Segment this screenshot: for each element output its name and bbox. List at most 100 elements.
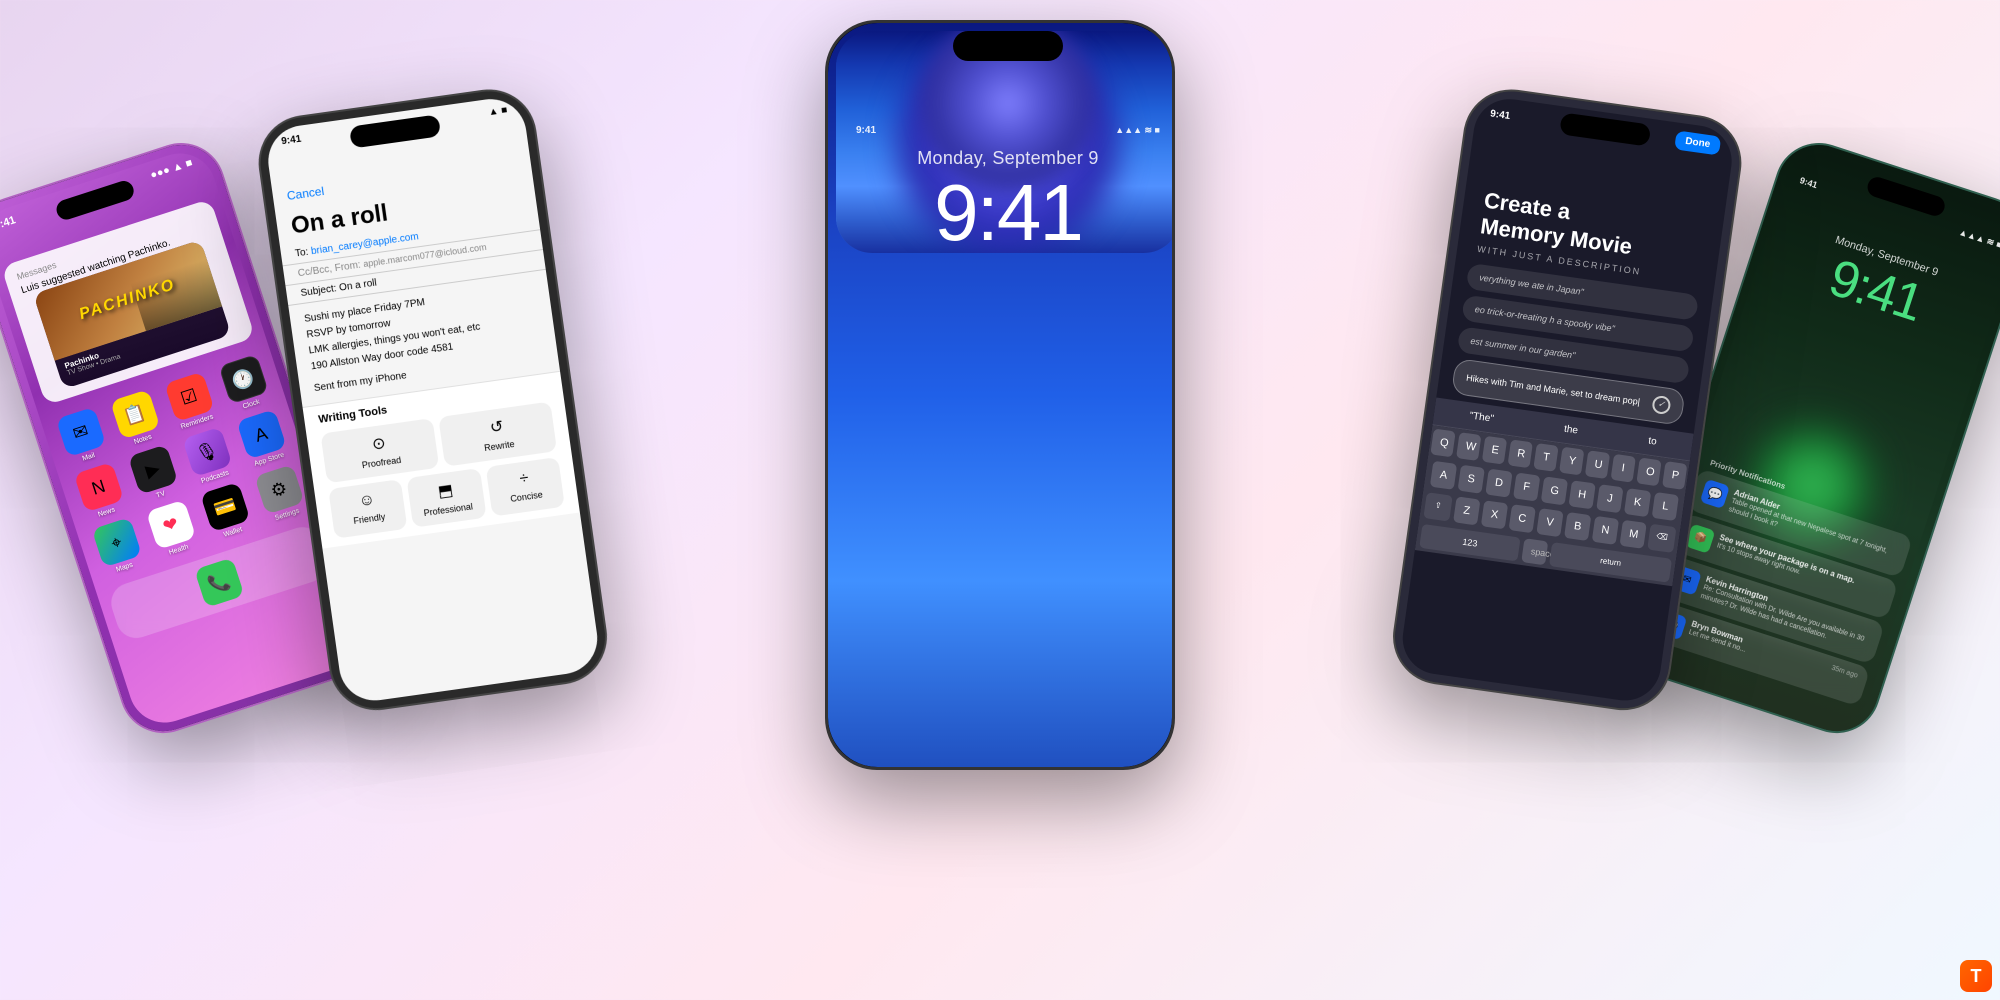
key-t[interactable]: T bbox=[1533, 443, 1558, 472]
app-mail[interactable]: ✉ Mail bbox=[51, 406, 113, 469]
watermark-text: T bbox=[1971, 966, 1982, 987]
tv-icon: ▶ bbox=[127, 444, 177, 494]
app-tv-label: TV bbox=[156, 490, 167, 499]
key-i[interactable]: I bbox=[1611, 454, 1636, 483]
phone-4-time: 9:41 bbox=[1490, 108, 1511, 122]
phone-3-dynamic-island bbox=[953, 31, 1063, 61]
clock-icon: 🕐 bbox=[218, 354, 268, 404]
concise-button[interactable]: ÷ Concise bbox=[485, 457, 565, 517]
key-x[interactable]: X bbox=[1481, 500, 1508, 529]
professional-label: Professional bbox=[423, 501, 473, 518]
key-d[interactable]: D bbox=[1485, 468, 1512, 497]
key-m[interactable]: M bbox=[1619, 520, 1646, 549]
mail-icon: ✉ bbox=[55, 407, 105, 457]
key-n[interactable]: N bbox=[1592, 516, 1619, 545]
autocomplete-word-3[interactable]: to bbox=[1637, 430, 1668, 453]
cancel-button[interactable]: Cancel bbox=[286, 184, 325, 203]
rewrite-button[interactable]: ↺ Rewrite bbox=[438, 401, 557, 466]
phone-1-time: 9:41 bbox=[0, 214, 17, 232]
phone-3: 9:41 ▲▲▲ ≋ ■ Monday, September 9 9:41 bbox=[825, 20, 1175, 770]
phone-2-status-icons: ▲ ■ bbox=[488, 105, 508, 118]
key-h[interactable]: H bbox=[1568, 480, 1595, 509]
wallet-icon: 💳 bbox=[200, 482, 250, 532]
friendly-button[interactable]: ☺ Friendly bbox=[328, 479, 408, 539]
key-backspace[interactable]: ⌫ bbox=[1647, 523, 1676, 552]
watermark: T bbox=[1960, 960, 1992, 992]
phone-3-status-bar: 9:41 ▲▲▲ ≋ ■ bbox=[836, 81, 1175, 140]
prompt-1-text: verything we ate in Japan" bbox=[1479, 272, 1585, 297]
key-s[interactable]: S bbox=[1458, 464, 1485, 493]
dock-phone[interactable]: 📞 bbox=[194, 557, 244, 607]
phone-3-time-status: 9:41 bbox=[856, 125, 876, 136]
notes-icon: 📋 bbox=[110, 389, 160, 439]
phone-3-screen: 9:41 ▲▲▲ ≋ ■ Monday, September 9 9:41 bbox=[836, 31, 1175, 253]
phone-5-icons: ▲▲▲ ≋ ■ bbox=[1957, 227, 2000, 251]
professional-icon: ⬒ bbox=[437, 480, 455, 502]
key-p[interactable]: P bbox=[1662, 461, 1687, 490]
key-j[interactable]: J bbox=[1596, 484, 1623, 513]
app-tv[interactable]: ▶ TV bbox=[123, 443, 185, 506]
app-news-label: News bbox=[97, 506, 116, 518]
concise-label: Concise bbox=[510, 489, 544, 503]
key-l[interactable]: L bbox=[1652, 492, 1679, 521]
key-r[interactable]: R bbox=[1508, 439, 1533, 468]
autocomplete-word-2[interactable]: the bbox=[1553, 418, 1589, 442]
app-podcasts[interactable]: 🎙 Podcasts bbox=[177, 425, 239, 488]
key-u[interactable]: U bbox=[1585, 450, 1610, 479]
phone-icon: 📞 bbox=[194, 557, 244, 607]
key-w[interactable]: W bbox=[1456, 432, 1481, 461]
app-mail-label: Mail bbox=[82, 452, 96, 463]
done-button[interactable]: Done bbox=[1674, 130, 1721, 155]
key-shift[interactable]: ⇧ bbox=[1423, 492, 1452, 521]
key-v[interactable]: V bbox=[1536, 508, 1563, 537]
key-o[interactable]: O bbox=[1636, 457, 1661, 486]
friendly-icon: ☺ bbox=[358, 491, 377, 511]
app-appstore[interactable]: A App Store bbox=[232, 408, 294, 471]
key-space[interactable]: space bbox=[1521, 538, 1548, 565]
rewrite-label: Rewrite bbox=[484, 439, 516, 453]
key-g[interactable]: G bbox=[1541, 476, 1568, 505]
app-health[interactable]: ❤ Health bbox=[141, 498, 203, 561]
app-clock[interactable]: 🕐 Clock bbox=[214, 353, 276, 416]
email-subject-value: On a roll bbox=[339, 278, 378, 294]
phone-1-status-icons: ●●● ▲ ■ bbox=[149, 157, 194, 182]
lock-screen-time: 9:41 bbox=[836, 173, 1175, 253]
lock-screen-date: Monday, September 9 bbox=[836, 148, 1175, 169]
phone-2-time: 9:41 bbox=[281, 134, 302, 148]
app-maps-label: Maps bbox=[115, 562, 133, 574]
app-reminders[interactable]: ☑ Reminders bbox=[159, 370, 221, 433]
news-icon: N bbox=[73, 462, 123, 512]
autocomplete-word-1[interactable]: "The" bbox=[1458, 405, 1505, 430]
phone-5-time: 9:41 bbox=[1798, 175, 1819, 191]
key-q[interactable]: Q bbox=[1430, 428, 1455, 457]
app-notes[interactable]: 📋 Notes bbox=[105, 388, 167, 451]
proofread-label: Proofread bbox=[361, 455, 402, 470]
rewrite-icon: ↺ bbox=[489, 416, 505, 438]
key-c[interactable]: C bbox=[1509, 504, 1536, 533]
prompt-3-text: est summer in our garden" bbox=[1470, 336, 1576, 361]
phone-3-icons: ▲▲▲ ≋ ■ bbox=[1115, 125, 1160, 136]
key-z[interactable]: Z bbox=[1453, 496, 1480, 525]
app-clock-label: Clock bbox=[242, 398, 261, 410]
phones-container: 9:41 ●●● ▲ ■ Messages Luis suggested wat… bbox=[0, 0, 2000, 1000]
key-b[interactable]: B bbox=[1564, 512, 1591, 541]
friendly-label: Friendly bbox=[353, 512, 386, 526]
app-wallet[interactable]: 💳 Wallet bbox=[195, 481, 257, 544]
health-icon: ❤ bbox=[145, 500, 195, 550]
prompt-2-text: eo trick-or-treating h a spooky vibe" bbox=[1474, 304, 1615, 334]
key-k[interactable]: K bbox=[1624, 488, 1651, 517]
app-notes-label: Notes bbox=[133, 434, 153, 446]
key-f[interactable]: F bbox=[1513, 472, 1540, 501]
key-e[interactable]: E bbox=[1482, 436, 1507, 465]
professional-button[interactable]: ⬒ Professional bbox=[407, 468, 487, 528]
app-wallet-label: Wallet bbox=[223, 526, 243, 539]
notif-1-icon: 💬 bbox=[1700, 478, 1730, 508]
app-maps[interactable]: ⌖ Maps bbox=[87, 516, 149, 579]
key-y[interactable]: Y bbox=[1559, 446, 1584, 475]
app-news[interactable]: N News bbox=[69, 461, 131, 524]
maps-icon: ⌖ bbox=[91, 517, 141, 567]
concise-icon: ÷ bbox=[518, 469, 529, 488]
active-prompt-text: Hikes with Tim and Marie, set to dream p… bbox=[1466, 372, 1641, 406]
key-a[interactable]: A bbox=[1430, 461, 1457, 490]
proofread-button[interactable]: ⊙ Proofread bbox=[320, 418, 439, 483]
